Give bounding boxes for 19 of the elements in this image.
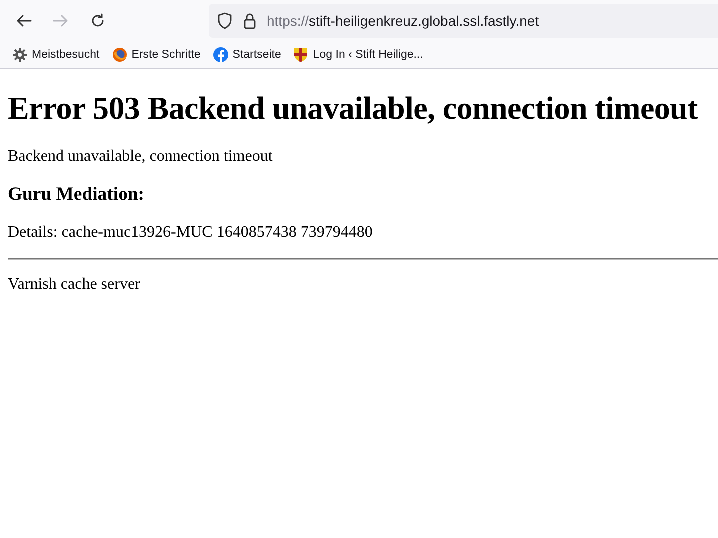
globe-fox-icon [112, 47, 128, 63]
bookmark-item[interactable]: Log In ‹ Stift Heilige... [293, 47, 424, 63]
back-icon [16, 13, 32, 29]
details-text: Details: cache-muc13926-MUC 1640857438 739794480 [8, 224, 374, 242]
page-heading: Error 503 Backend unavailable, connection timeout [8, 90, 699, 127]
reload-icon [90, 13, 106, 29]
forward-icon [53, 13, 69, 29]
url-text: https://stift-heiligenkreuz.global.ssl.fastly.net [267, 13, 540, 29]
facebook-icon [212, 47, 229, 63]
bookmark-item[interactable]: Meistbesucht [12, 47, 100, 63]
bookmark-item[interactable]: Startseite [212, 47, 282, 63]
address-bar[interactable]: https://stift-heiligenkreuz.global.ssl.fastly.net [209, 4, 718, 38]
error-message: Backend unavailable, connection timeout [8, 148, 274, 166]
section-heading: Guru Mediation: [8, 184, 146, 206]
lock-icon[interactable] [243, 12, 257, 30]
footer-text: Varnish cache server [8, 276, 142, 294]
crest-icon [293, 47, 310, 63]
bookmark-item[interactable]: Erste Schritte [112, 47, 201, 63]
shield-icon[interactable] [217, 12, 233, 30]
